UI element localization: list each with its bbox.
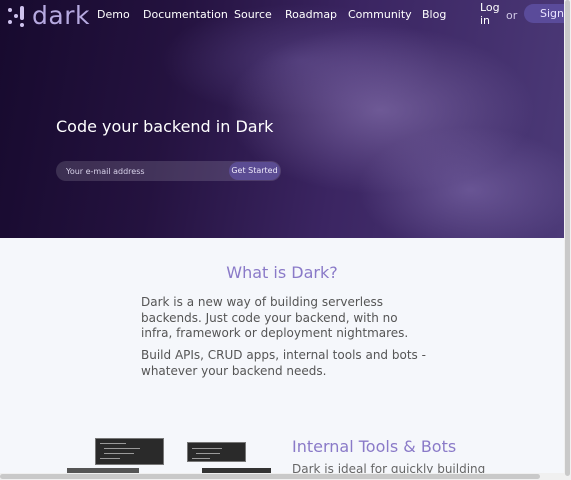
hero-tagline: Code your backend in Dark bbox=[56, 117, 274, 136]
nav-source[interactable]: Source bbox=[234, 8, 272, 22]
or-separator: or bbox=[506, 9, 518, 22]
nav-community[interactable]: Community bbox=[348, 8, 412, 22]
vertical-scrollbar[interactable] bbox=[564, 0, 571, 480]
email-signup-form: Get Started bbox=[56, 161, 281, 181]
email-input[interactable] bbox=[56, 161, 226, 181]
code-screenshot-1 bbox=[95, 438, 164, 465]
get-started-button[interactable]: Get Started bbox=[229, 162, 280, 180]
horizontal-scrollbar-thumb[interactable] bbox=[0, 474, 540, 479]
code-screenshot-2 bbox=[187, 442, 246, 462]
nav-roadmap[interactable]: Roadmap bbox=[285, 8, 337, 22]
logo-wordmark: dark bbox=[32, 1, 90, 30]
horizontal-scrollbar[interactable] bbox=[0, 473, 564, 480]
logo[interactable]: dark bbox=[8, 2, 90, 30]
login-link[interactable]: Log in bbox=[480, 1, 502, 27]
vertical-scrollbar-thumb[interactable] bbox=[565, 0, 570, 476]
use-cases-paragraph: Build APIs, CRUD apps, internal tools an… bbox=[141, 348, 426, 378]
nav-blog[interactable]: Blog bbox=[422, 8, 446, 22]
feature-title: Internal Tools & Bots bbox=[292, 437, 457, 456]
nav-demo[interactable]: Demo bbox=[97, 8, 130, 22]
intro-paragraph: Dark is a new way of building serverless… bbox=[141, 295, 409, 340]
section-title: What is Dark? bbox=[226, 263, 338, 282]
dark-logo-icon bbox=[8, 4, 28, 28]
nav-documentation[interactable]: Documentation bbox=[143, 8, 228, 22]
